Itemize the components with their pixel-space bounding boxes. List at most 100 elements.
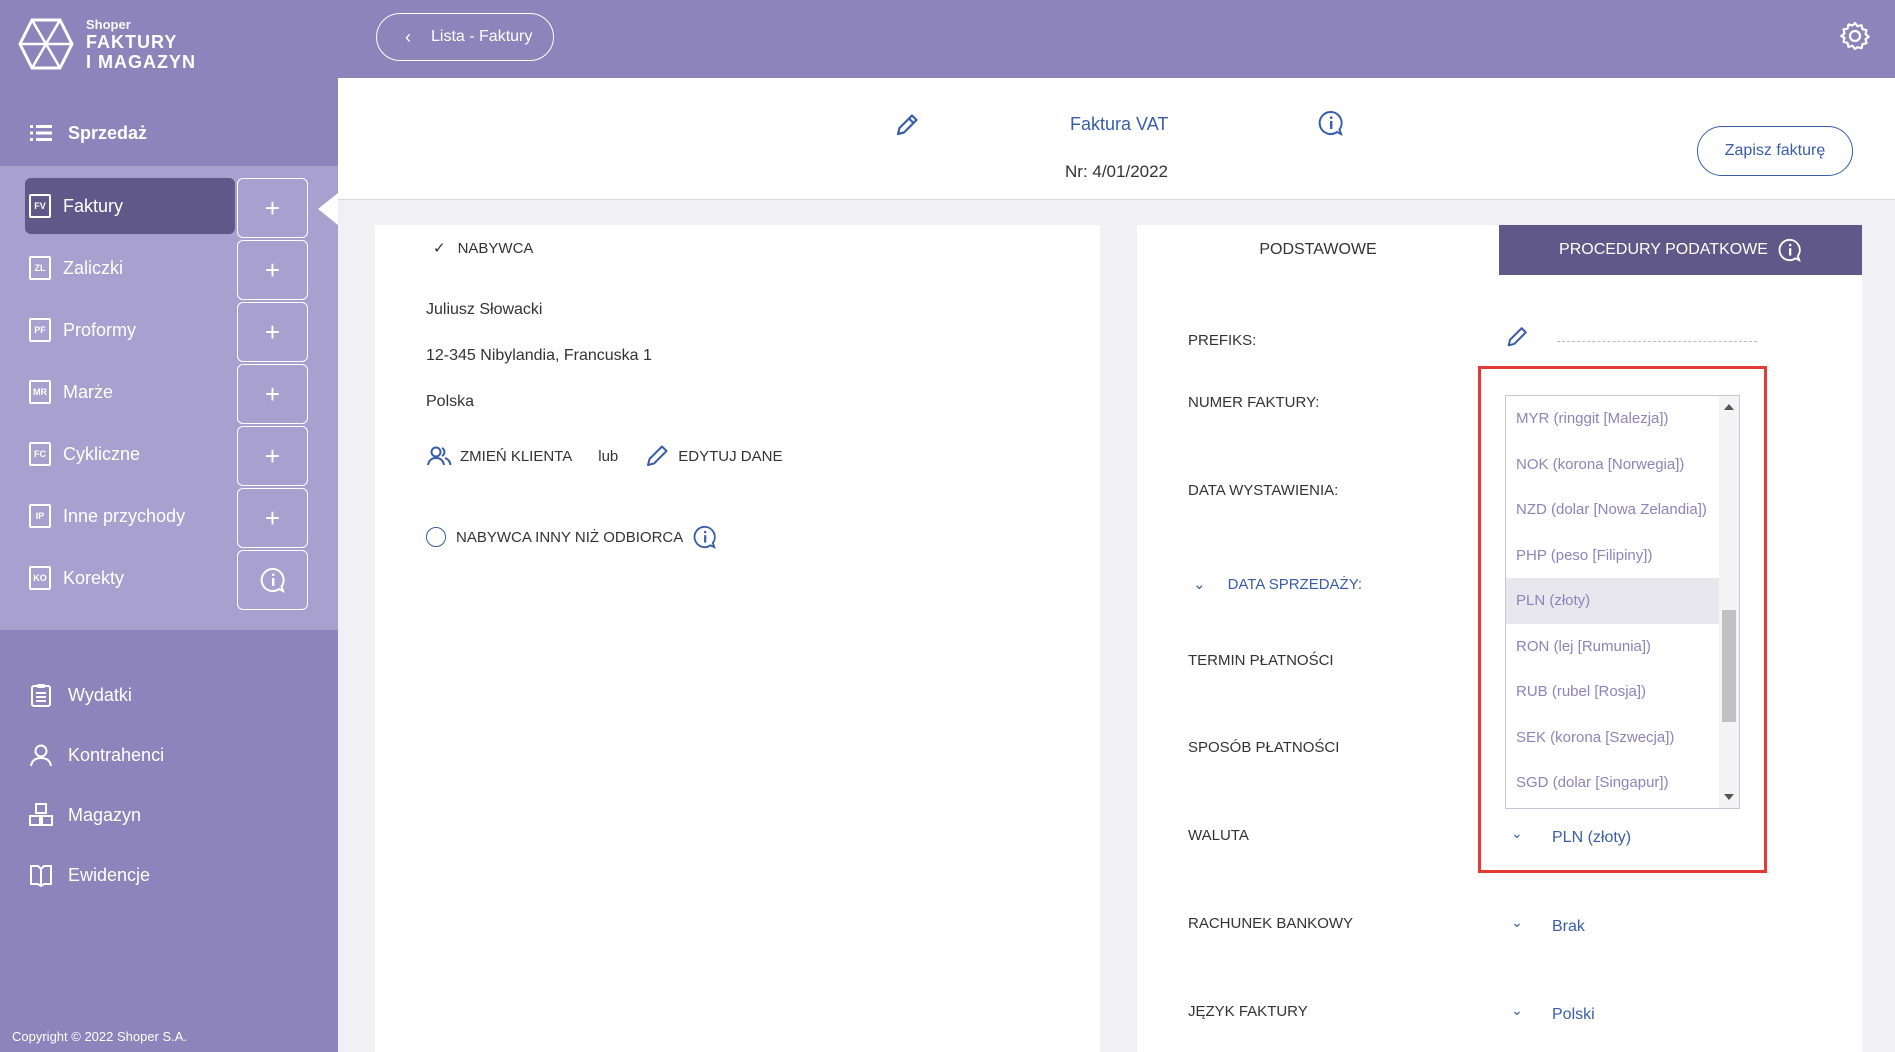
korekty-info-button[interactable] bbox=[237, 550, 308, 610]
sidebar-item-label: Faktury bbox=[63, 195, 124, 216]
add-marza-button[interactable]: + bbox=[237, 364, 308, 424]
nav-row-cykliczne: FC Cykliczne + bbox=[25, 426, 308, 486]
document-fc-icon: FC bbox=[29, 442, 51, 466]
document-mr-icon: MR bbox=[29, 380, 51, 404]
buyer-actions: ZMIEŃ KLIENTA lub EDYTUJ DANE bbox=[426, 443, 782, 469]
sidebar-item-korekty[interactable]: KO Korekty bbox=[25, 550, 235, 606]
language-select[interactable]: Polski bbox=[1552, 1006, 1595, 1024]
nav-row-proformy: PF Proformy + bbox=[25, 302, 308, 362]
add-zaliczka-button[interactable]: + bbox=[237, 240, 308, 300]
section-sales-label: Sprzedaż bbox=[68, 122, 148, 143]
prefix-input-line[interactable] bbox=[1557, 341, 1757, 342]
add-cykliczna-button[interactable]: + bbox=[237, 426, 308, 486]
other-recipient-label: NABYWCA INNY NIŻ ODBIORCA bbox=[456, 528, 684, 546]
add-proforma-button[interactable]: + bbox=[237, 302, 308, 362]
sidebar-item-kontrahenci[interactable]: Kontrahenci bbox=[0, 725, 338, 785]
sidebar-item-label: Kontrahenci bbox=[68, 744, 165, 765]
invoice-header: Faktura VAT Nr: 4/01/2022 Zapisz fakturę bbox=[338, 78, 1895, 200]
info-bubble-icon[interactable] bbox=[1318, 110, 1344, 136]
bank-account-select[interactable]: Brak bbox=[1552, 918, 1585, 936]
nav-row-faktury: FV Faktury + bbox=[25, 178, 308, 238]
info-bubble-icon[interactable] bbox=[1778, 238, 1802, 262]
payment-term-label: TERMIN PŁATNOŚCI bbox=[1188, 652, 1334, 669]
sidebar-item-magazyn[interactable]: Magazyn bbox=[0, 785, 338, 845]
nav-row-zaliczki: ZL Zaliczki + bbox=[25, 240, 308, 300]
brand-line2: I MAGAZYN bbox=[86, 51, 196, 72]
chevron-down-icon: ⌄ bbox=[1193, 576, 1206, 593]
document-zl-icon: ZL bbox=[29, 256, 51, 280]
main-nav: Wydatki Kontrahenci Magazyn Ewidencje bbox=[0, 665, 338, 905]
active-pointer bbox=[318, 193, 338, 225]
tab-basic[interactable]: PODSTAWOWE bbox=[1137, 225, 1499, 275]
buyer-address: 12-345 Nibylandia, Francuska 1 bbox=[426, 347, 652, 364]
currency-label: WALUTA bbox=[1188, 827, 1249, 844]
sidebar-item-label: Proformy bbox=[63, 319, 137, 340]
sidebar-item-label: Magazyn bbox=[68, 804, 142, 825]
chevron-left-icon: ‹ bbox=[405, 26, 411, 47]
brand-small: Shoper bbox=[86, 16, 131, 32]
brand-logo[interactable]: Shoper FAKTURY I MAGAZYN bbox=[18, 16, 196, 72]
section-sales-title[interactable]: Sprzedaż bbox=[0, 100, 338, 166]
hexagon-logo-icon bbox=[18, 18, 74, 70]
gear-icon[interactable] bbox=[1839, 20, 1871, 52]
sidebar-item-label: Marże bbox=[63, 381, 114, 402]
issue-date-label: DATA WYSTAWIENIA: bbox=[1188, 482, 1339, 499]
pencil-icon[interactable] bbox=[894, 112, 920, 138]
add-faktura-button[interactable]: + bbox=[237, 178, 308, 238]
buyer-card: ✓ NABYWCA Juliusz Słowacki 12-345 Nibyla… bbox=[375, 225, 1100, 1052]
sidebar-item-label: Cykliczne bbox=[63, 443, 141, 464]
sidebar-item-marze[interactable]: MR Marże bbox=[25, 364, 235, 420]
document-ko-icon: KO bbox=[29, 566, 51, 590]
back-to-list-button[interactable]: ‹ Lista - Faktury bbox=[376, 13, 554, 61]
document-fv-icon: FV bbox=[29, 194, 51, 218]
sidebar-item-faktury[interactable]: FV Faktury bbox=[25, 178, 235, 234]
copyright: Copyright © 2022 Shoper S.A. bbox=[12, 1029, 188, 1044]
chevron-down-icon[interactable]: ⌄ bbox=[1511, 1002, 1523, 1019]
buyer-country: Polska bbox=[426, 393, 475, 410]
other-recipient-option[interactable]: NABYWCA INNY NIŻ ODBIORCA bbox=[426, 525, 717, 549]
sidebar: Shoper FAKTURY I MAGAZYN Sprzedaż FV Fak… bbox=[0, 0, 338, 1052]
add-inny-przychod-button[interactable]: + bbox=[237, 488, 308, 548]
sidebar-item-label: Zaliczki bbox=[63, 257, 124, 278]
sidebar-item-inne-przychody[interactable]: IP Inne przychody bbox=[25, 488, 235, 544]
sale-date-label: DATA SPRZEDAŻY: bbox=[1227, 575, 1363, 593]
sidebar-item-label: Korekty bbox=[63, 567, 125, 588]
book-icon bbox=[30, 865, 52, 888]
users-icon bbox=[427, 446, 452, 466]
change-client-link[interactable]: ZMIEŃ KLIENTA bbox=[460, 448, 572, 465]
info-bubble-icon bbox=[260, 567, 285, 593]
brand-line1: FAKTURY bbox=[86, 31, 178, 52]
chevron-down-icon[interactable]: ⌄ bbox=[1511, 914, 1523, 931]
language-label: JĘZYK FAKTURY bbox=[1188, 1003, 1308, 1020]
page-title: Faktura VAT bbox=[1070, 114, 1169, 134]
pencil-icon[interactable] bbox=[1505, 325, 1529, 349]
invoice-number-label: NUMER FAKTURY: bbox=[1188, 394, 1320, 411]
nav-row-korekty: KO Korekty bbox=[25, 550, 308, 610]
save-invoice-button[interactable]: Zapisz fakturę bbox=[1697, 126, 1853, 176]
sidebar-item-ewidencje[interactable]: Ewidencje bbox=[0, 845, 338, 905]
document-pf-icon: PF bbox=[29, 318, 51, 342]
sidebar-item-cykliczne[interactable]: FC Cykliczne bbox=[25, 426, 235, 482]
prefix-label: PREFIKS: bbox=[1188, 332, 1257, 349]
other-recipient-radio[interactable] bbox=[426, 527, 446, 547]
boxes-icon bbox=[29, 803, 53, 826]
sidebar-item-label: Wydatki bbox=[68, 684, 132, 705]
pencil-icon bbox=[647, 445, 668, 466]
edit-data-link[interactable]: EDYTUJ DANE bbox=[678, 448, 782, 465]
invoice-number: Nr: 4/01/2022 bbox=[1065, 162, 1169, 181]
buyer-section-toggle[interactable]: ✓ NABYWCA bbox=[433, 239, 534, 258]
tab-tax-procedures[interactable]: PROCEDURY PODATKOWE bbox=[1499, 225, 1862, 275]
sale-date-toggle[interactable]: ⌄ DATA SPRZEDAŻY: bbox=[1193, 575, 1363, 594]
sidebar-item-label: Inne przychody bbox=[63, 505, 186, 526]
nav-row-inne: IP Inne przychody + bbox=[25, 488, 308, 548]
buyer-name: Juliusz Słowacki bbox=[426, 301, 543, 318]
info-bubble-icon[interactable] bbox=[693, 525, 717, 549]
buyer-heading: NABYWCA bbox=[457, 239, 534, 257]
check-icon: ✓ bbox=[433, 240, 446, 257]
sidebar-item-label: Ewidencje bbox=[68, 864, 151, 885]
sidebar-item-zaliczki[interactable]: ZL Zaliczki bbox=[25, 240, 235, 296]
sidebar-item-proformy[interactable]: PF Proformy bbox=[25, 302, 235, 358]
sidebar-item-wydatki[interactable]: Wydatki bbox=[0, 665, 338, 725]
back-label: Lista - Faktury bbox=[431, 28, 533, 45]
bank-account-label: RACHUNEK BANKOWY bbox=[1188, 915, 1354, 932]
